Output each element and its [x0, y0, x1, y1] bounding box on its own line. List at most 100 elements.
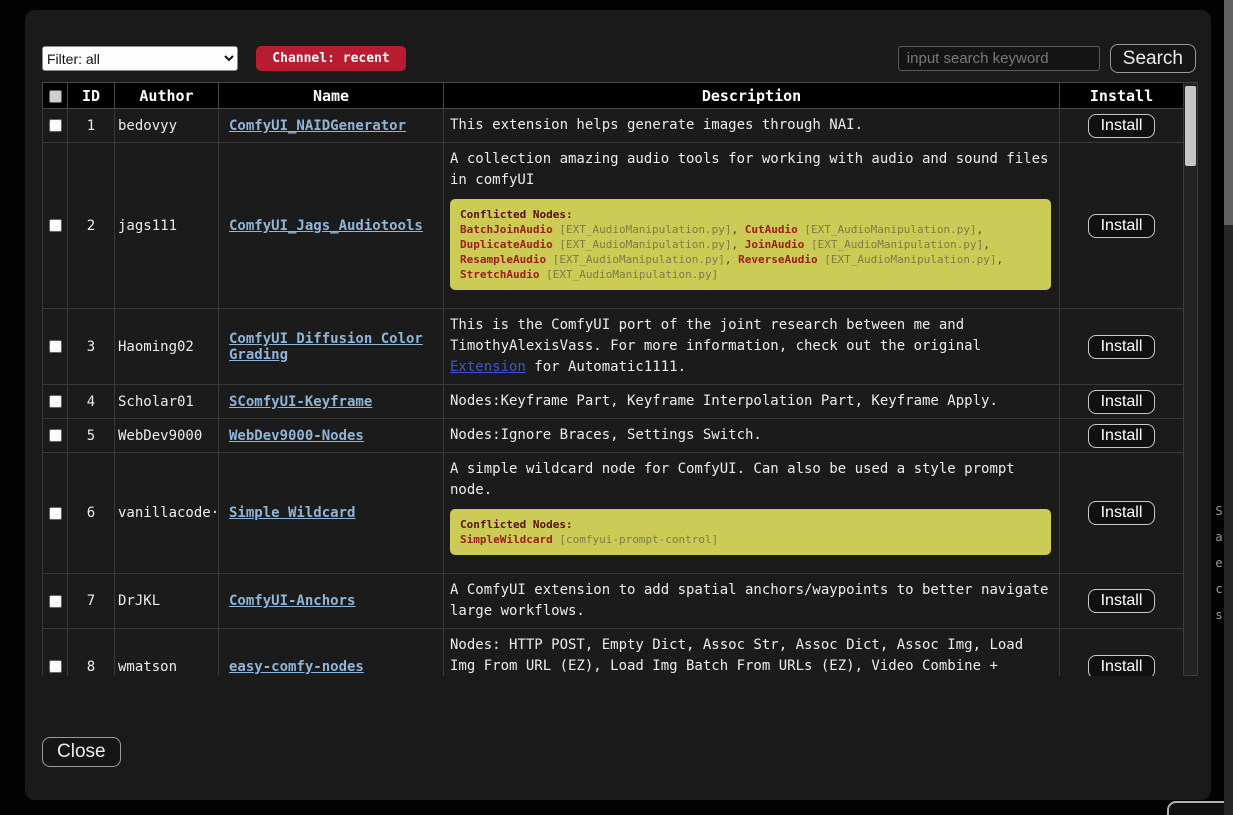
row-checkbox[interactable]: [49, 507, 62, 520]
node-name-link[interactable]: ComfyUI_NAIDGenerator: [229, 118, 406, 134]
search-input[interactable]: [898, 46, 1100, 71]
row-install-cell: Install: [1060, 629, 1184, 677]
install-button[interactable]: Install: [1088, 655, 1156, 677]
row-name-cell: ComfyUI_NAIDGenerator: [219, 109, 444, 143]
row-install-cell: Install: [1060, 309, 1184, 385]
channel-badge[interactable]: Channel: recent: [256, 46, 406, 71]
row-checkbox[interactable]: [49, 429, 62, 442]
row-description: This extension helps generate images thr…: [444, 109, 1060, 143]
conflict-node-name: SimpleWildcard: [460, 533, 553, 546]
row-install-cell: Install: [1060, 574, 1184, 629]
row-name-cell: ComfyUI_Jags_Audiotools: [219, 143, 444, 309]
row-description: A collection amazing audio tools for wor…: [444, 143, 1060, 309]
conflict-node-ref: [EXT_AudioManipulation.py]: [553, 238, 732, 251]
row-name-cell: Simple Wildcard: [219, 453, 444, 574]
table-row: 4Scholar01SComfyUI-KeyframeNodes:Keyfram…: [43, 385, 1184, 419]
conflict-node-ref: [EXT_AudioManipulation.py]: [818, 253, 997, 266]
conflict-node-name: DuplicateAudio: [460, 238, 553, 251]
row-checkbox-cell: [43, 419, 68, 453]
row-id: 6: [68, 453, 115, 574]
row-author: WebDev9000: [115, 419, 219, 453]
node-name-link[interactable]: ComfyUI Diffusion Color Grading: [229, 331, 423, 363]
row-checkbox[interactable]: [49, 595, 62, 608]
node-name-link[interactable]: Simple Wildcard: [229, 505, 355, 521]
header-description: Description: [444, 83, 1060, 109]
conflict-node-ref: [EXT_AudioManipulation.py]: [546, 253, 725, 266]
conflict-items: SimpleWildcard [comfyui-prompt-control]: [460, 533, 718, 546]
conflict-node-ref: [EXT_AudioManipulation.py]: [798, 223, 977, 236]
node-name-link[interactable]: ComfyUI-Anchors: [229, 593, 355, 609]
row-id: 3: [68, 309, 115, 385]
table-row: 7DrJKLComfyUI-AnchorsA ComfyUI extension…: [43, 574, 1184, 629]
ui-text-fragment: S: [1214, 498, 1224, 524]
row-name-cell: WebDev9000-Nodes: [219, 419, 444, 453]
table-row: 1bedovyyComfyUI_NAIDGeneratorThis extens…: [43, 109, 1184, 143]
install-button[interactable]: Install: [1088, 335, 1156, 359]
row-description: A simple wildcard node for ComfyUI. Can …: [444, 453, 1060, 574]
description-link[interactable]: Extension: [450, 359, 526, 375]
header-install: Install: [1060, 83, 1184, 109]
row-install-cell: Install: [1060, 385, 1184, 419]
nodes-table-viewport: ID Author Name Description Install 1bedo…: [42, 82, 1183, 676]
row-author: DrJKL: [115, 574, 219, 629]
conflict-node-ref: [EXT_AudioManipulation.py]: [553, 223, 732, 236]
row-checkbox-cell: [43, 574, 68, 629]
row-author: Scholar01: [115, 385, 219, 419]
page-scrollbar[interactable]: [1224, 0, 1233, 815]
row-checkbox[interactable]: [49, 219, 62, 232]
row-checkbox[interactable]: [49, 119, 62, 132]
row-install-cell: Install: [1060, 419, 1184, 453]
row-id: 1: [68, 109, 115, 143]
node-name-link[interactable]: WebDev9000-Nodes: [229, 428, 364, 444]
ui-text-fragment: e: [1214, 550, 1224, 576]
conflict-items: BatchJoinAudio [EXT_AudioManipulation.py…: [460, 223, 1003, 281]
screen: Filter: all Channel: recent Search: [0, 0, 1233, 815]
header-name: Name: [219, 83, 444, 109]
install-button[interactable]: Install: [1088, 501, 1156, 525]
table-row: 2jags111ComfyUI_Jags_AudiotoolsA collect…: [43, 143, 1184, 309]
row-checkbox[interactable]: [49, 340, 62, 353]
conflict-node-name: BatchJoinAudio: [460, 223, 553, 236]
row-checkbox-cell: [43, 143, 68, 309]
close-button[interactable]: Close: [42, 737, 121, 767]
node-name-link[interactable]: ComfyUI_Jags_Audiotools: [229, 218, 423, 234]
row-description: Nodes:Keyframe Part, Keyframe Interpolat…: [444, 385, 1060, 419]
row-description: Nodes:Ignore Braces, Settings Switch.: [444, 419, 1060, 453]
header-id: ID: [68, 83, 115, 109]
conflict-title: Conflicted Nodes:: [460, 207, 1041, 222]
row-author: vanillacode···: [115, 453, 219, 574]
install-button[interactable]: Install: [1088, 214, 1156, 238]
install-button[interactable]: Install: [1088, 114, 1156, 138]
table-scrollbar[interactable]: [1183, 82, 1198, 676]
select-all-checkbox[interactable]: [49, 90, 62, 103]
conflict-node-name: ResampleAudio: [460, 253, 546, 266]
table-row: 6vanillacode··· Simple Wildcard A simple w…: [43, 453, 1184, 574]
row-checkbox-cell: [43, 385, 68, 419]
row-install-cell: Install: [1060, 109, 1184, 143]
row-name-cell: easy-comfy-nodes: [219, 629, 444, 677]
nodes-table: ID Author Name Description Install 1bedo…: [42, 82, 1183, 676]
row-description: This is the ComfyUI port of the joint re…: [444, 309, 1060, 385]
conflicted-nodes-warning: Conflicted Nodes:SimpleWildcard [comfyui…: [450, 509, 1051, 555]
header-author: Author: [115, 83, 219, 109]
row-description: Nodes: HTTP POST, Empty Dict, Assoc Str,…: [444, 629, 1060, 677]
search-button[interactable]: Search: [1110, 44, 1196, 73]
row-checkbox-cell: [43, 309, 68, 385]
header-checkbox-cell: [43, 83, 68, 109]
node-name-link[interactable]: easy-comfy-nodes: [229, 659, 364, 675]
row-name-cell: SComfyUI-Keyframe: [219, 385, 444, 419]
node-name-link[interactable]: SComfyUI-Keyframe: [229, 394, 372, 410]
install-button[interactable]: Install: [1088, 390, 1156, 414]
row-install-cell: Install: [1060, 453, 1184, 574]
page-scrollbar-thumb[interactable]: [1224, 0, 1233, 225]
install-button[interactable]: Install: [1088, 424, 1156, 448]
table-scrollbar-thumb[interactable]: [1185, 86, 1196, 166]
row-checkbox[interactable]: [49, 395, 62, 408]
row-checkbox-cell: [43, 629, 68, 677]
filter-select[interactable]: Filter: all: [42, 46, 238, 71]
table-row: 5WebDev9000WebDev9000-NodesNodes:Ignore …: [43, 419, 1184, 453]
toolbar: Filter: all Channel: recent Search: [25, 10, 1211, 82]
row-checkbox[interactable]: [49, 660, 62, 673]
install-button[interactable]: Install: [1088, 589, 1156, 613]
row-checkbox-cell: [43, 453, 68, 574]
